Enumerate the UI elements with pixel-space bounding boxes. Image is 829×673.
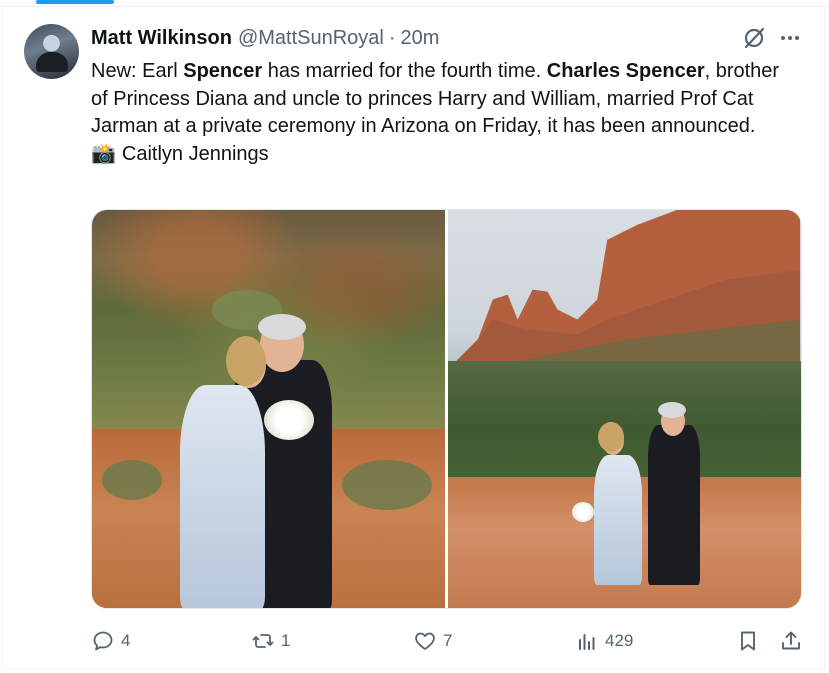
photo-credit: 📸 Caitlyn Jennings bbox=[91, 141, 791, 169]
timestamp[interactable]: 20m bbox=[401, 27, 440, 50]
more-icon[interactable] bbox=[778, 26, 802, 50]
like-count: 7 bbox=[443, 631, 453, 650]
retweet-count: 1 bbox=[281, 631, 291, 650]
groom-hair bbox=[658, 402, 686, 418]
text-segment: has married for the fourth time. bbox=[262, 60, 547, 82]
retweet-icon bbox=[252, 634, 274, 648]
heart-icon bbox=[415, 632, 435, 650]
bouquet bbox=[264, 400, 314, 440]
bookmark-icon bbox=[741, 631, 755, 651]
bouquet bbox=[572, 502, 594, 522]
tab-indicator bbox=[36, 0, 114, 4]
divider bbox=[2, 668, 825, 669]
bride-hair bbox=[226, 336, 266, 386]
text-bold: Charles Spencer bbox=[546, 60, 705, 82]
share-button[interactable] bbox=[779, 628, 803, 654]
media-grid bbox=[91, 209, 802, 609]
like-button[interactable]: 7 bbox=[413, 628, 452, 654]
bride-hair bbox=[598, 422, 624, 452]
action-bar: 4 1 7 429 bbox=[91, 628, 803, 654]
wedding-photo-2[interactable] bbox=[448, 210, 801, 608]
divider bbox=[0, 6, 829, 7]
grok-icon[interactable] bbox=[742, 26, 766, 50]
tweet-body: New: Earl Spencer has married for the fo… bbox=[91, 58, 791, 141]
shrub bbox=[342, 460, 432, 510]
reply-button[interactable]: 4 bbox=[91, 628, 130, 654]
reply-count: 4 bbox=[121, 631, 131, 650]
views-button[interactable]: 429 bbox=[575, 628, 633, 654]
author-name[interactable]: Matt Wilkinson bbox=[91, 27, 232, 50]
retweet-button[interactable]: 1 bbox=[251, 628, 290, 654]
shrub bbox=[102, 460, 162, 500]
bride-dress bbox=[594, 455, 642, 585]
text-bold: Spencer bbox=[183, 60, 263, 82]
separator: · bbox=[388, 26, 396, 49]
divider bbox=[2, 6, 3, 669]
text-segment: New: Earl bbox=[91, 60, 184, 82]
groom-hair bbox=[258, 314, 306, 340]
bookmark-button[interactable] bbox=[736, 628, 760, 654]
views-count: 429 bbox=[605, 631, 634, 650]
wedding-photo-1[interactable] bbox=[92, 210, 445, 608]
groom-figure bbox=[648, 425, 700, 585]
credit-name: Caitlyn Jennings bbox=[121, 142, 269, 165]
author-handle[interactable]: @MattSunRoyal bbox=[238, 27, 384, 50]
tweet-text: New: Earl Spencer has married for the fo… bbox=[91, 58, 791, 168]
avatar[interactable] bbox=[24, 24, 79, 79]
divider bbox=[824, 6, 825, 669]
camera-flash-icon: 📸 bbox=[91, 142, 116, 165]
bride-dress bbox=[180, 385, 265, 608]
reply-icon bbox=[93, 631, 113, 651]
share-icon bbox=[782, 631, 800, 650]
tweet-header: Matt Wilkinson @MattSunRoyal · 20m bbox=[91, 26, 439, 50]
views-icon bbox=[579, 634, 595, 650]
